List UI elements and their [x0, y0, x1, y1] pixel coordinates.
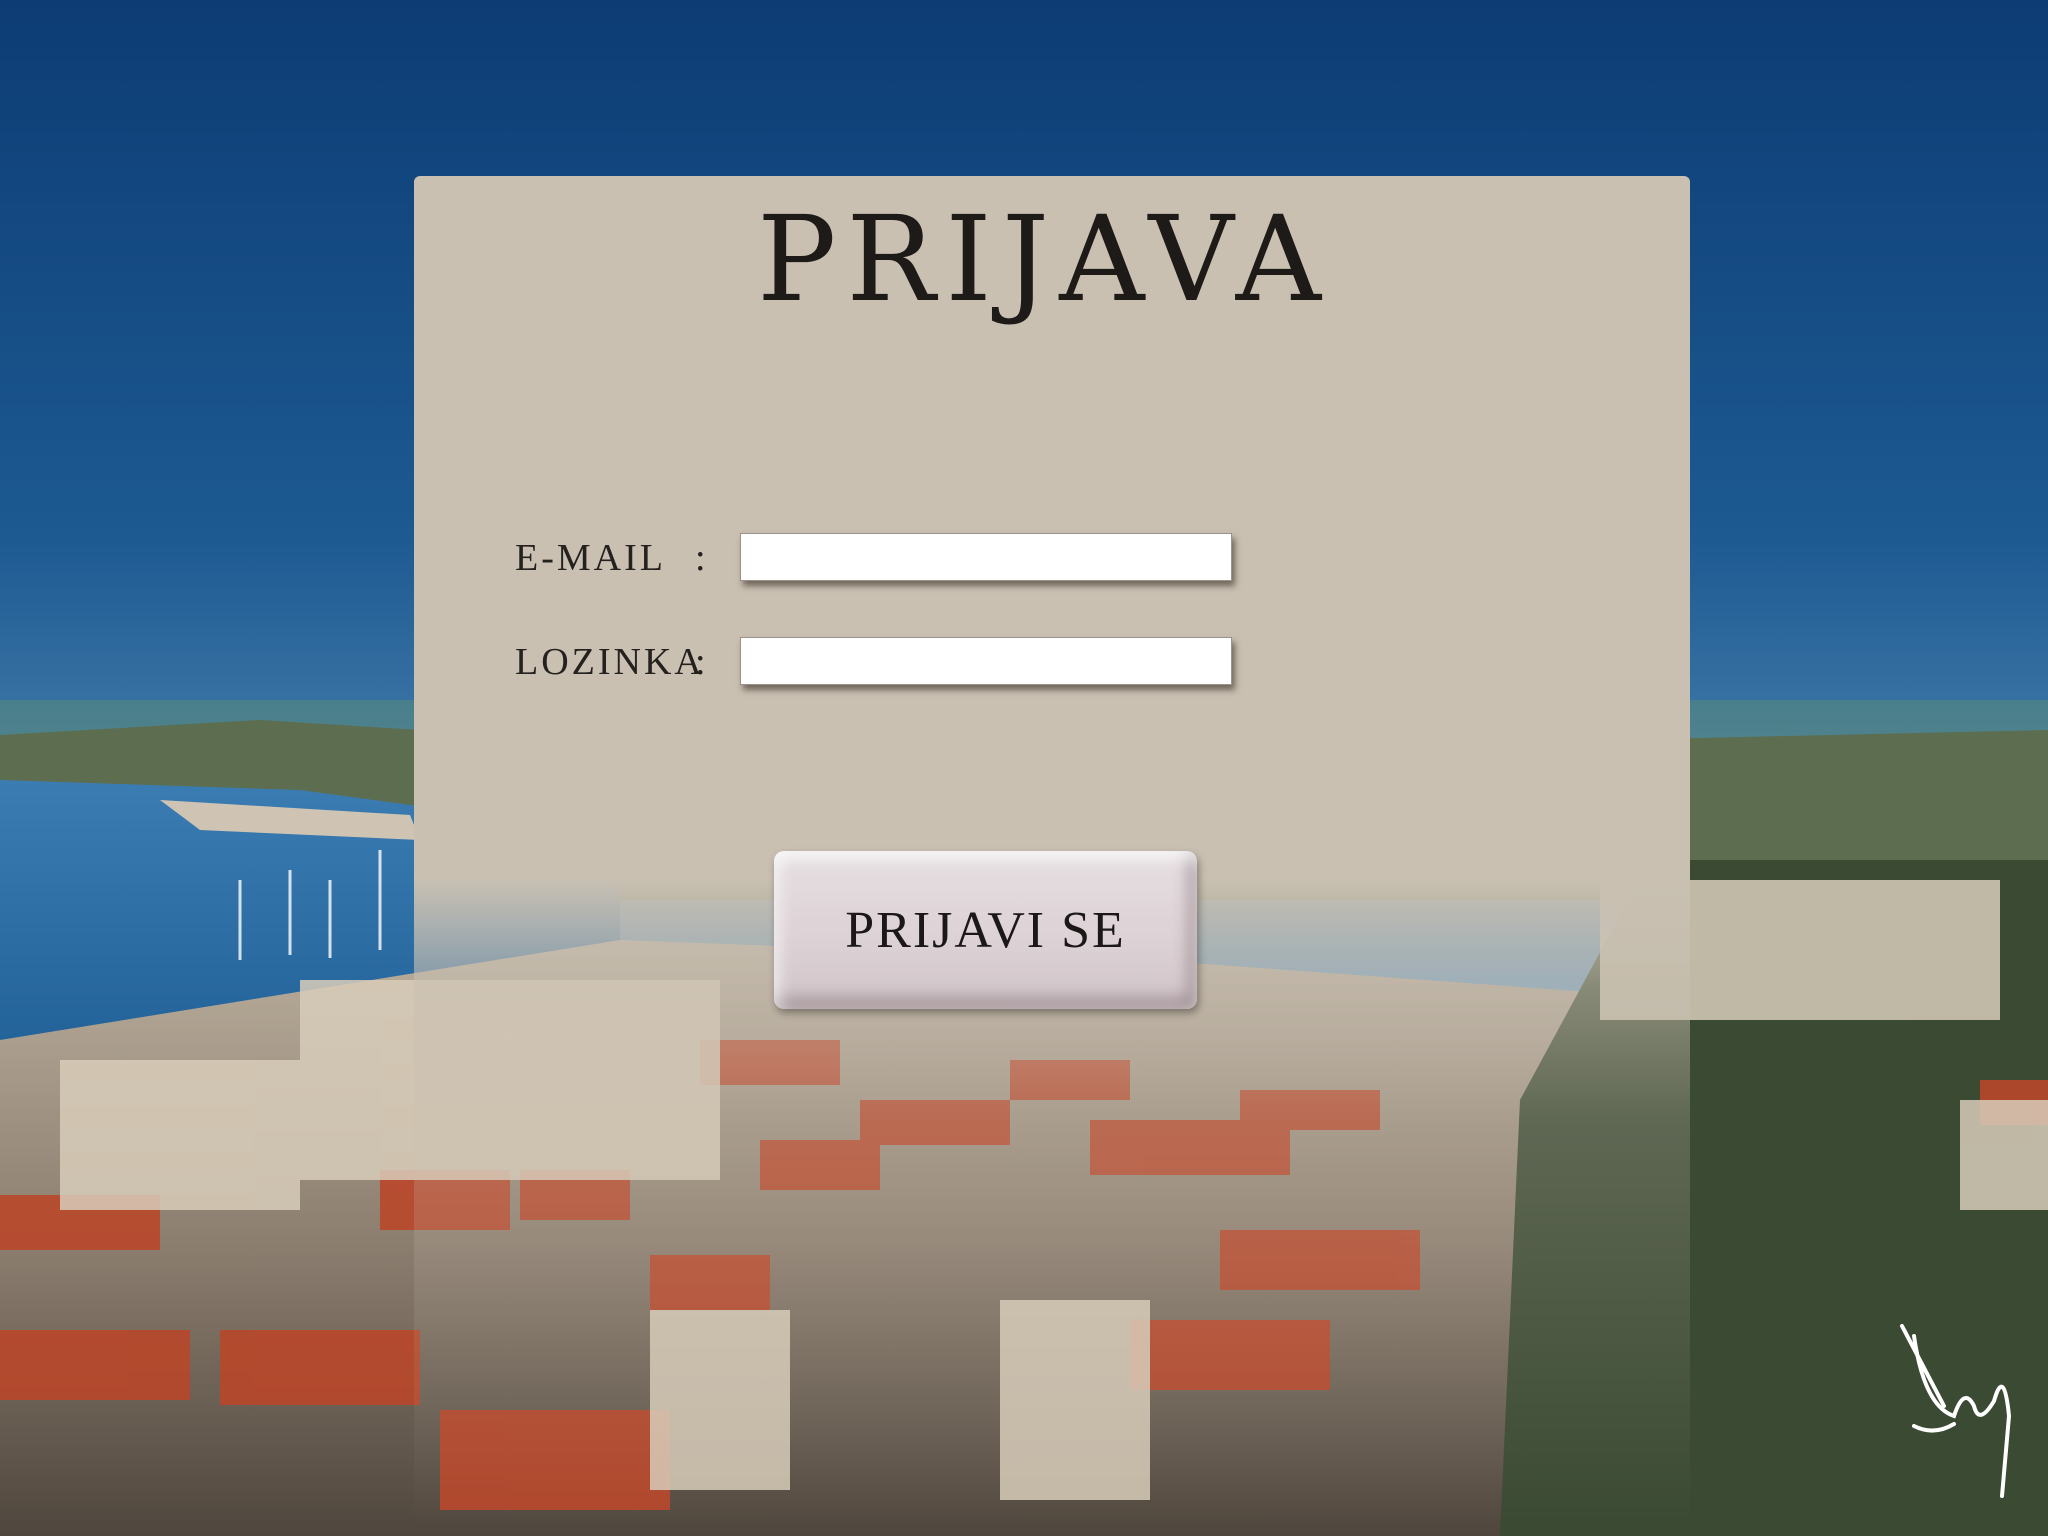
login-button[interactable]: PRIJAVI SE [774, 851, 1197, 1009]
email-field[interactable] [740, 533, 1232, 581]
email-label-colon: : [695, 537, 706, 579]
password-field[interactable] [740, 637, 1232, 685]
signature-mark [1900, 1324, 2012, 1498]
password-label-colon: : [695, 641, 706, 683]
email-label: E-MAIL [515, 537, 666, 579]
password-label: LOZINKA [515, 641, 705, 683]
page-title: PRIJAVA [757, 190, 1331, 328]
